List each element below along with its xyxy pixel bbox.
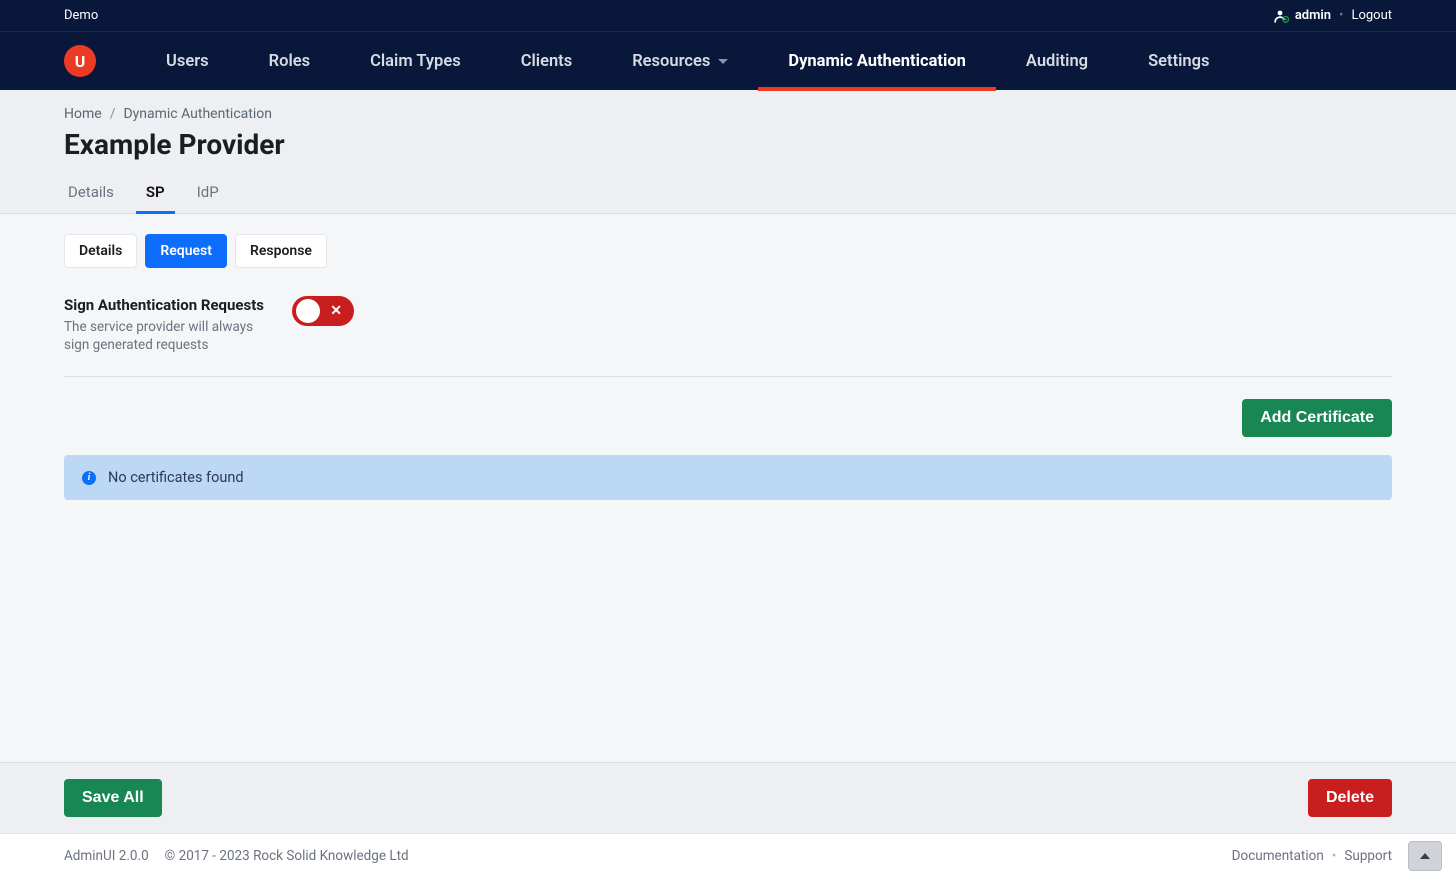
delete-button[interactable]: Delete xyxy=(1308,779,1392,817)
subheader: Home / Dynamic Authentication Example Pr… xyxy=(0,90,1456,214)
nav-dynamic-auth[interactable]: Dynamic Authentication xyxy=(758,32,996,90)
nav-settings[interactable]: Settings xyxy=(1118,32,1239,90)
breadcrumb: Home / Dynamic Authentication xyxy=(64,106,1392,122)
sign-auth-toggle[interactable]: ✕ xyxy=(292,296,354,326)
main-nav: U Users Roles Claim Types Clients Resour… xyxy=(0,32,1456,90)
tenant-label: Demo xyxy=(64,8,98,23)
breadcrumb-separator-icon: / xyxy=(110,106,116,122)
footer-copyright: © 2017 - 2023 Rock Solid Knowledge Ltd xyxy=(165,848,409,864)
add-certificate-button[interactable]: Add Certificate xyxy=(1242,399,1392,437)
username: admin xyxy=(1295,8,1331,23)
nav-resources-label: Resources xyxy=(632,52,710,71)
tab-sp[interactable]: SP xyxy=(142,175,169,213)
pill-details[interactable]: Details xyxy=(64,234,137,268)
save-all-button[interactable]: Save All xyxy=(64,779,162,817)
user-menu[interactable]: admin xyxy=(1274,8,1331,23)
brand-logo-icon[interactable]: U xyxy=(64,45,96,77)
toggle-knob xyxy=(296,299,320,323)
tab-idp[interactable]: IdP xyxy=(193,175,223,213)
sign-auth-desc: The service provider will always sign ge… xyxy=(64,318,264,354)
footer-documentation-link[interactable]: Documentation xyxy=(1232,848,1324,864)
footer-product: AdminUI 2.0.0 xyxy=(64,848,149,864)
separator-dot-icon: • xyxy=(1339,8,1343,23)
chevron-down-icon xyxy=(718,59,728,64)
logout-link[interactable]: Logout xyxy=(1351,8,1392,23)
nav-roles[interactable]: Roles xyxy=(239,32,340,90)
info-icon: i xyxy=(82,471,96,485)
content: Details Request Response Sign Authentica… xyxy=(0,214,1456,762)
no-certificates-alert: i No certificates found xyxy=(64,455,1392,500)
breadcrumb-home[interactable]: Home xyxy=(64,106,102,122)
breadcrumb-current: Dynamic Authentication xyxy=(123,106,272,122)
nav-users[interactable]: Users xyxy=(136,32,239,90)
tab-details[interactable]: Details xyxy=(64,175,118,213)
topbar: Demo admin • Logout xyxy=(0,0,1456,32)
sign-auth-requests-row: Sign Authentication Requests The service… xyxy=(64,296,1392,377)
pill-response[interactable]: Response xyxy=(235,234,327,268)
no-certificates-text: No certificates found xyxy=(108,469,244,486)
footer-support-link[interactable]: Support xyxy=(1344,848,1392,864)
nav-auditing[interactable]: Auditing xyxy=(996,32,1118,90)
sign-auth-title: Sign Authentication Requests xyxy=(64,296,264,314)
pill-request[interactable]: Request xyxy=(145,234,227,268)
footer: AdminUI 2.0.0 © 2017 - 2023 Rock Solid K… xyxy=(0,833,1456,878)
sp-subtabs: Details Request Response xyxy=(64,234,327,268)
action-bar: Save All Delete xyxy=(0,762,1456,833)
nav-resources[interactable]: Resources xyxy=(602,32,758,90)
close-icon: ✕ xyxy=(330,303,342,319)
page-tabs: Details SP IdP xyxy=(64,175,1392,213)
scroll-to-top-button[interactable] xyxy=(1408,841,1442,871)
nav-claim-types[interactable]: Claim Types xyxy=(340,32,491,90)
user-gear-icon xyxy=(1274,9,1289,23)
page-title: Example Provider xyxy=(64,128,1392,161)
chevron-up-icon xyxy=(1420,853,1430,859)
nav-clients[interactable]: Clients xyxy=(491,32,602,90)
separator-dot-icon: • xyxy=(1332,848,1337,864)
